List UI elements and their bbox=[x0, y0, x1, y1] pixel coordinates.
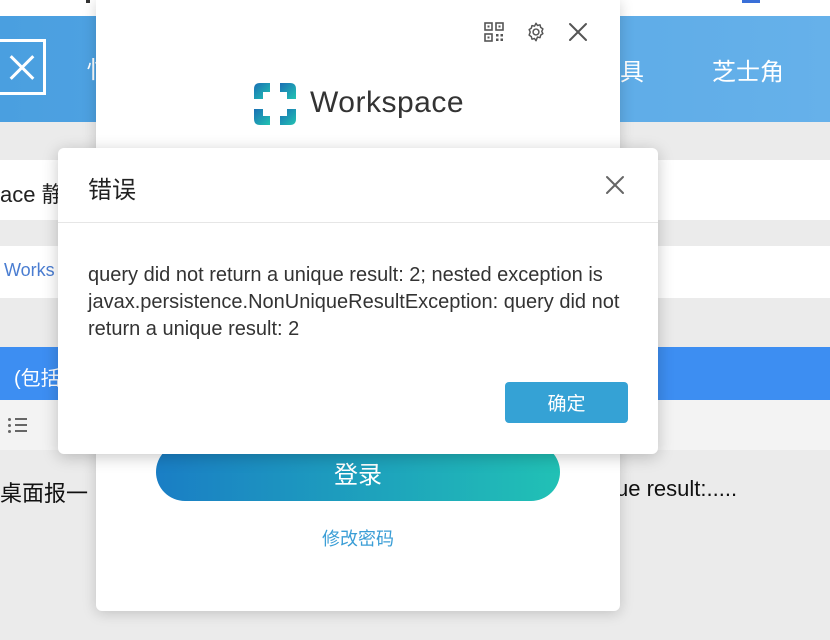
top-strip-mark bbox=[86, 0, 90, 3]
error-message: query did not return a unique result: 2;… bbox=[88, 264, 620, 340]
section-header-text: (包括 bbox=[14, 368, 61, 390]
content-text-left: 桌面报一 bbox=[0, 481, 89, 506]
breadcrumb-link[interactable]: Works bbox=[4, 260, 55, 281]
close-icon[interactable] bbox=[568, 22, 588, 42]
close-icon[interactable] bbox=[604, 174, 626, 196]
nav-item-cheese[interactable]: 芝士角 bbox=[712, 52, 784, 87]
nav-item-tools[interactable]: 具 bbox=[620, 52, 644, 87]
top-strip-mark-blue bbox=[742, 0, 760, 3]
change-password-link[interactable]: 修改密码 bbox=[96, 525, 620, 551]
qr-code-icon[interactable] bbox=[484, 22, 504, 42]
page-title-partial: ace 静 bbox=[0, 182, 64, 207]
site-logo[interactable] bbox=[0, 39, 46, 95]
content-text-right: ue result:..... bbox=[616, 476, 738, 501]
error-dialog: 错误 query did not return a unique result:… bbox=[58, 148, 658, 454]
dialog-divider bbox=[58, 222, 658, 223]
gear-icon[interactable] bbox=[525, 21, 547, 43]
list-icon[interactable] bbox=[8, 416, 28, 434]
workspace-logo-icon bbox=[254, 83, 296, 125]
dialog-title: 错误 bbox=[88, 177, 136, 204]
ok-button[interactable]: 确定 bbox=[505, 382, 628, 423]
brand-name: Workspace bbox=[310, 86, 465, 119]
